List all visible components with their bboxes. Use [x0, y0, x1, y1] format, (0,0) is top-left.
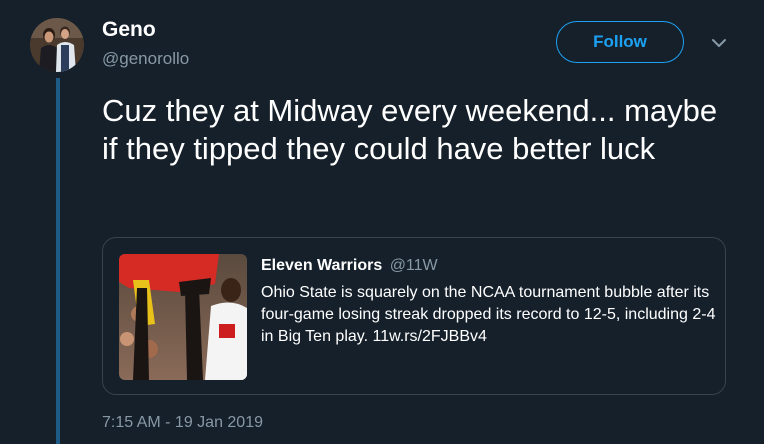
- follow-button[interactable]: Follow: [556, 21, 684, 63]
- quoted-tweet-header: Eleven Warriors @11W: [261, 257, 438, 275]
- tweet-page: Geno @genorollo Follow Cuz they at Midwa…: [0, 0, 764, 444]
- quoted-author-name: Eleven Warriors: [261, 257, 383, 274]
- thread-line: [56, 78, 60, 444]
- author-handle[interactable]: @genorollo: [102, 49, 189, 69]
- chevron-down-icon[interactable]: [709, 35, 729, 51]
- author-display-name[interactable]: Geno: [102, 18, 156, 42]
- quoted-author-handle: @11W: [389, 257, 438, 274]
- avatar[interactable]: [30, 18, 84, 72]
- tweet-timestamp[interactable]: 7:15 AM - 19 Jan 2019: [102, 414, 263, 432]
- quoted-tweet-text: Ohio State is squarely on the NCAA tourn…: [261, 284, 716, 345]
- quoted-tweet-card[interactable]: Eleven Warriors @11W Ohio State is squar…: [102, 237, 726, 395]
- tweet-text: Cuz they at Midway every weekend... mayb…: [102, 93, 718, 166]
- quoted-tweet-image: [119, 254, 247, 380]
